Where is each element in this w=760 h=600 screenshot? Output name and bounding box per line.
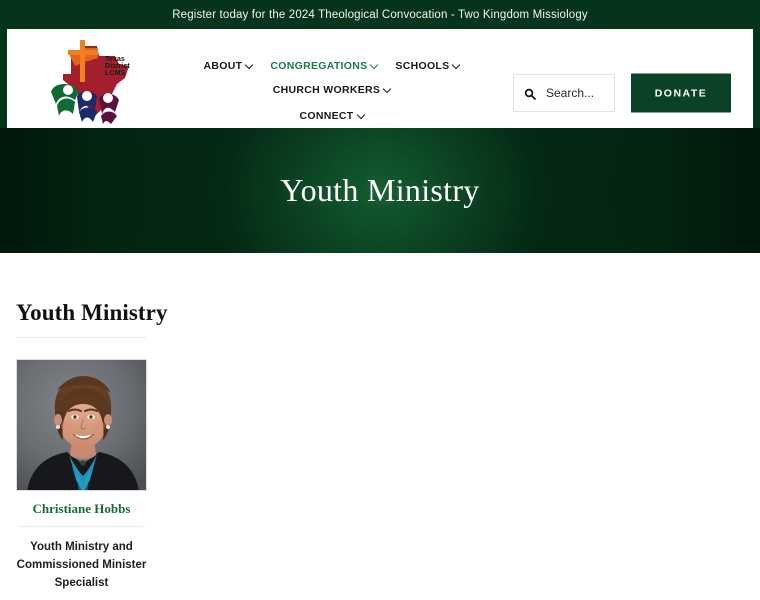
- nav-label-connect: CONNECT: [299, 110, 354, 122]
- nav-item-church-workers[interactable]: CHURCH WORKERS: [273, 78, 391, 102]
- chevron-down-icon: [358, 112, 365, 119]
- header-right-accent: [753, 29, 760, 128]
- staff-name[interactable]: Christiane Hobbs: [16, 501, 147, 517]
- search-icon: [524, 87, 536, 100]
- search-input[interactable]: Search...: [546, 86, 594, 100]
- hero-title: Youth Ministry: [280, 172, 480, 208]
- main-content: Youth Ministry Christiane Hobbs Youth Mi…: [0, 253, 760, 592]
- staff-name-divider: [18, 526, 145, 527]
- nav-item-schools[interactable]: SCHOOLS: [395, 54, 460, 78]
- chevron-down-icon: [453, 62, 460, 69]
- staff-card: Christiane Hobbs Youth Ministry and Comm…: [16, 359, 147, 592]
- chevron-down-icon: [371, 62, 378, 69]
- svg-text:LCMS: LCMS: [105, 68, 126, 77]
- nav-label-church-workers: CHURCH WORKERS: [272, 84, 381, 96]
- donate-button[interactable]: DONATE: [631, 73, 731, 113]
- nav-second-row: CONNECT: [167, 104, 497, 128]
- nav-label-about: ABOUT: [203, 60, 243, 72]
- site-logo[interactable]: Texas District LCMS: [45, 34, 141, 124]
- main-navigation: ABOUT CONGREGATIONS SCHOOLS CHURCH WORKE…: [167, 54, 497, 128]
- nav-label-schools: SCHOOLS: [395, 60, 450, 72]
- staff-role: Youth Ministry and Commissioned Minister…: [16, 541, 147, 589]
- header-left-accent: [0, 29, 7, 128]
- site-header: Texas District LCMS ABOUT CONGREGATIONS …: [0, 29, 760, 128]
- page-title-divider: [16, 337, 146, 338]
- chevron-down-icon: [384, 86, 391, 93]
- hero-banner: Youth Ministry: [0, 128, 760, 253]
- nav-item-connect[interactable]: CONNECT: [299, 104, 364, 128]
- chevron-down-icon: [246, 62, 253, 69]
- announcement-text[interactable]: Register today for the 2024 Theological …: [172, 9, 588, 21]
- nav-item-congregations[interactable]: CONGREGATIONS: [270, 54, 378, 78]
- search-box[interactable]: Search...: [513, 74, 615, 112]
- texas-district-lcms-logo-icon: Texas District LCMS: [51, 40, 130, 124]
- nav-label-congregations: CONGREGATIONS: [270, 60, 368, 72]
- announcement-bar: Register today for the 2024 Theological …: [0, 0, 760, 29]
- staff-photo: [16, 359, 147, 491]
- nav-item-about[interactable]: ABOUT: [204, 54, 254, 78]
- portrait-image: [17, 360, 146, 490]
- page-title: Youth Ministry: [16, 300, 168, 325]
- header-inner: Texas District LCMS ABOUT CONGREGATIONS …: [7, 29, 753, 128]
